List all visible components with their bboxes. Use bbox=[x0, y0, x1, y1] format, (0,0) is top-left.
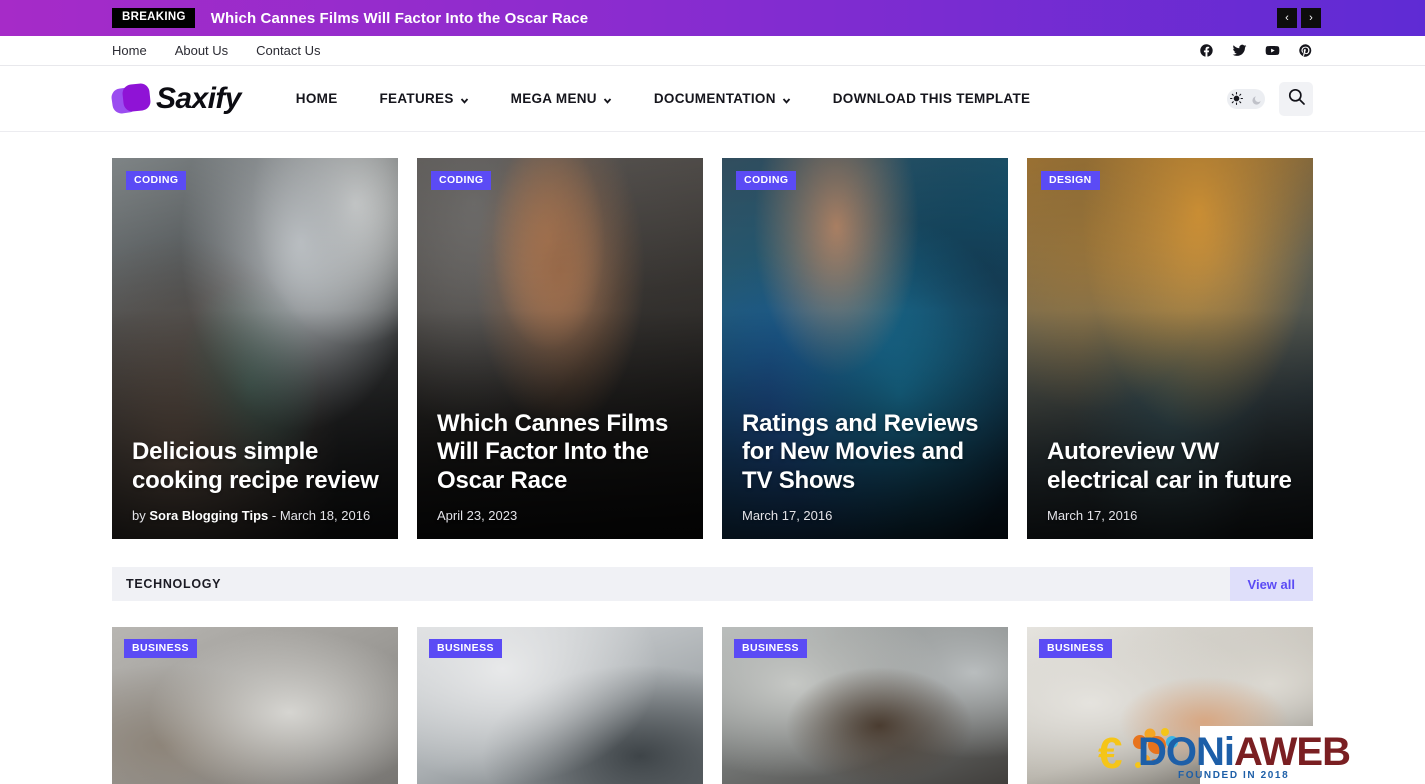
chevron-down-icon bbox=[782, 93, 791, 104]
nav-item-mega-menu[interactable]: MEGA MENU bbox=[490, 91, 633, 106]
nav-item-home[interactable]: HOME bbox=[275, 91, 359, 106]
category-badge[interactable]: DESIGN bbox=[1041, 171, 1100, 190]
site-logo[interactable]: Saxify bbox=[110, 81, 241, 116]
sun-icon bbox=[1230, 92, 1243, 105]
utility-bar: Home About Us Contact Us bbox=[0, 36, 1425, 66]
section-title: TECHNOLOGY bbox=[126, 577, 222, 591]
category-badge[interactable]: BUSINESS bbox=[734, 639, 807, 658]
dark-mode-toggle[interactable] bbox=[1227, 88, 1265, 109]
breaking-news-nav: ‹ › bbox=[1277, 8, 1321, 28]
nav-item-mega-menu-label: MEGA MENU bbox=[510, 91, 597, 106]
breaking-prev-button[interactable]: ‹ bbox=[1277, 8, 1297, 28]
featured-card-caption: Autoreview VW electrical car in future M… bbox=[1047, 438, 1295, 523]
post-card[interactable]: BUSINESS bbox=[417, 627, 703, 784]
featured-card-meta: April 23, 2023 bbox=[437, 508, 685, 523]
featured-card-title[interactable]: Ratings and Reviews for New Movies and T… bbox=[742, 410, 990, 496]
category-badge[interactable]: CODING bbox=[736, 171, 797, 190]
meta-separator: - bbox=[268, 508, 280, 523]
technology-posts-row: BUSINESS BUSINESS BUSINESS BUSINESS bbox=[112, 627, 1313, 784]
moon-icon bbox=[1251, 93, 1262, 105]
featured-card[interactable]: CODING Delicious simple cooking recipe r… bbox=[112, 158, 398, 539]
main-navigation: HOME FEATURES MEGA MENU DOCUMENTATION DO… bbox=[275, 91, 1052, 106]
featured-card-meta: March 17, 2016 bbox=[1047, 508, 1295, 523]
youtube-icon[interactable] bbox=[1265, 43, 1280, 58]
featured-card[interactable]: CODING Which Cannes Films Will Factor In… bbox=[417, 158, 703, 539]
nav-item-documentation-label: DOCUMENTATION bbox=[653, 91, 776, 106]
featured-card[interactable]: DESIGN Autoreview VW electrical car in f… bbox=[1027, 158, 1313, 539]
utility-links: Home About Us Contact Us bbox=[112, 43, 320, 58]
category-badge[interactable]: BUSINESS bbox=[124, 639, 197, 658]
nav-item-features[interactable]: FEATURES bbox=[359, 91, 490, 106]
breaking-next-button[interactable]: › bbox=[1301, 8, 1321, 28]
social-links bbox=[1199, 43, 1313, 58]
view-all-button[interactable]: View all bbox=[1229, 567, 1313, 601]
search-icon bbox=[1287, 87, 1306, 111]
category-badge[interactable]: BUSINESS bbox=[429, 639, 502, 658]
section-header: TECHNOLOGY View all bbox=[112, 567, 1313, 601]
logo-text: Saxify bbox=[156, 81, 241, 115]
breaking-news-content: BREAKING Which Cannes Films Will Factor … bbox=[0, 8, 588, 28]
featured-posts-row: CODING Delicious simple cooking recipe r… bbox=[112, 158, 1313, 539]
header-controls bbox=[1227, 81, 1313, 116]
nav-item-home-label: HOME bbox=[295, 91, 338, 106]
post-card[interactable]: BUSINESS bbox=[1027, 627, 1313, 784]
meta-author[interactable]: Sora Blogging Tips bbox=[149, 508, 268, 523]
category-badge[interactable]: CODING bbox=[431, 171, 492, 190]
featured-card-title[interactable]: Delicious simple cooking recipe review bbox=[132, 438, 380, 496]
post-card[interactable]: BUSINESS bbox=[722, 627, 1008, 784]
post-card[interactable]: BUSINESS bbox=[112, 627, 398, 784]
featured-card-title[interactable]: Autoreview VW electrical car in future bbox=[1047, 438, 1295, 496]
nav-item-download-this-template[interactable]: DOWNLOAD THIS TEMPLATE bbox=[812, 91, 1052, 106]
twitter-icon[interactable] bbox=[1232, 43, 1247, 58]
page-content: CODING Delicious simple cooking recipe r… bbox=[0, 158, 1425, 784]
nav-item-documentation[interactable]: DOCUMENTATION bbox=[633, 91, 812, 106]
chevron-down-icon bbox=[603, 93, 612, 104]
featured-card-caption: Which Cannes Films Will Factor Into the … bbox=[437, 410, 685, 523]
featured-card-meta: by Sora Blogging Tips - March 18, 2016 bbox=[132, 508, 380, 523]
breaking-tag: BREAKING bbox=[112, 8, 195, 28]
search-button[interactable] bbox=[1279, 81, 1313, 116]
meta-date: March 18, 2016 bbox=[279, 508, 371, 523]
chevron-down-icon bbox=[460, 93, 469, 104]
meta-prefix: by bbox=[132, 508, 150, 523]
featured-card-meta: March 17, 2016 bbox=[742, 508, 990, 523]
pinterest-icon[interactable] bbox=[1298, 43, 1313, 58]
featured-card-caption: Delicious simple cooking recipe review b… bbox=[132, 438, 380, 523]
meta-date: March 17, 2016 bbox=[1047, 508, 1138, 523]
featured-card[interactable]: CODING Ratings and Reviews for New Movie… bbox=[722, 158, 1008, 539]
breaking-news-bar: BREAKING Which Cannes Films Will Factor … bbox=[0, 0, 1425, 36]
featured-card-caption: Ratings and Reviews for New Movies and T… bbox=[742, 410, 990, 523]
featured-card-title[interactable]: Which Cannes Films Will Factor Into the … bbox=[437, 410, 685, 496]
meta-date: April 23, 2023 bbox=[437, 508, 518, 523]
site-header: Saxify HOME FEATURES MEGA MENU DOCUMENTA… bbox=[0, 66, 1425, 132]
utility-link-about-us[interactable]: About Us bbox=[175, 43, 228, 58]
meta-date: March 17, 2016 bbox=[742, 508, 833, 523]
category-badge[interactable]: BUSINESS bbox=[1039, 639, 1112, 658]
facebook-icon[interactable] bbox=[1199, 43, 1214, 58]
breaking-headline[interactable]: Which Cannes Films Will Factor Into the … bbox=[211, 10, 588, 27]
utility-link-contact-us[interactable]: Contact Us bbox=[256, 43, 320, 58]
nav-item-download-label: DOWNLOAD THIS TEMPLATE bbox=[832, 91, 1031, 106]
nav-item-features-label: FEATURES bbox=[379, 91, 454, 106]
category-badge[interactable]: CODING bbox=[126, 171, 187, 190]
logo-mark-icon bbox=[110, 82, 154, 116]
utility-link-home[interactable]: Home bbox=[112, 43, 147, 58]
